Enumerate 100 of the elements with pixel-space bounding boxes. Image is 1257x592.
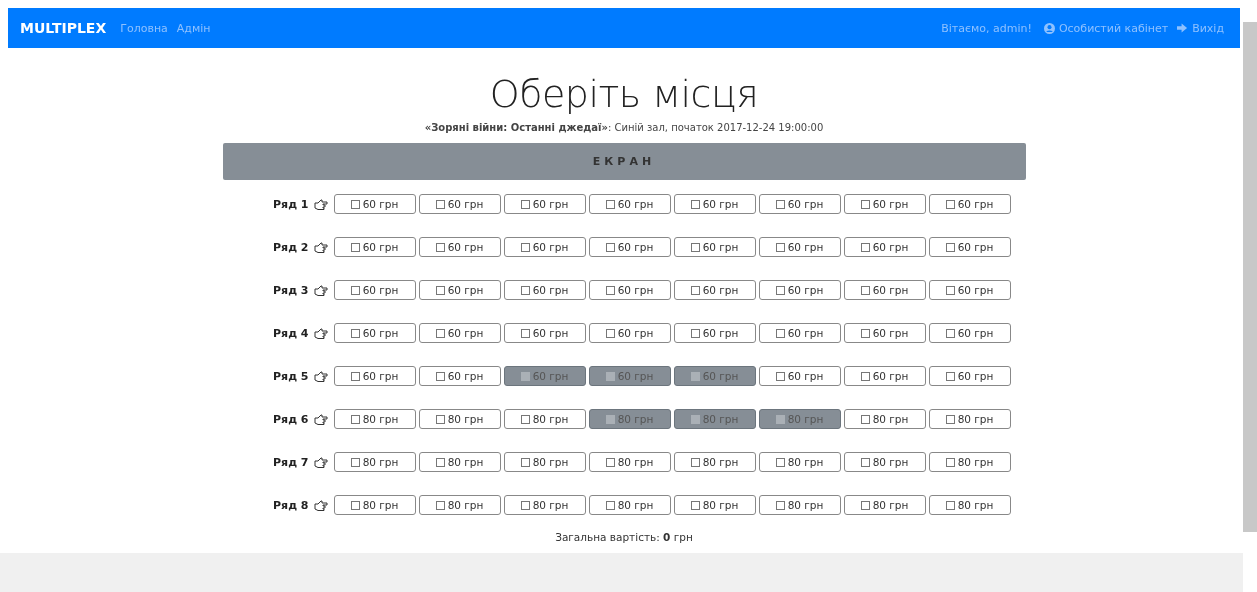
seat-button[interactable]: 60 грн xyxy=(843,280,926,300)
checkbox-icon xyxy=(605,328,615,338)
seat-button[interactable]: 80 грн xyxy=(418,409,501,429)
seat-button[interactable]: 80 грн xyxy=(333,409,416,429)
seat-button[interactable]: 60 грн xyxy=(588,323,671,343)
seat-button[interactable]: 60 грн xyxy=(928,366,1011,386)
seat-button[interactable]: 80 грн xyxy=(928,409,1011,429)
seat-button[interactable]: 60 грн xyxy=(418,237,501,257)
checkbox-icon xyxy=(945,285,955,295)
seat-button[interactable]: 80 грн xyxy=(418,495,501,515)
checkbox-icon xyxy=(860,285,870,295)
seat-button[interactable]: 60 грн xyxy=(418,323,501,343)
checkbox-icon xyxy=(690,285,700,295)
seat-button[interactable]: 60 грн xyxy=(503,194,586,214)
checkbox-icon xyxy=(350,457,360,467)
seat-button[interactable]: 60 грн xyxy=(418,280,501,300)
checkbox-icon xyxy=(350,500,360,510)
checkbox-icon xyxy=(690,371,700,381)
seat-button[interactable]: 60 грн xyxy=(758,237,841,257)
seat-button[interactable]: 60 грн xyxy=(928,323,1011,343)
checkbox-icon xyxy=(520,242,530,252)
seat-button[interactable]: 60 грн xyxy=(758,366,841,386)
checkbox-icon xyxy=(435,457,445,467)
seat-button[interactable]: 80 грн xyxy=(588,495,671,515)
checkbox-icon xyxy=(690,328,700,338)
seat-button[interactable]: 60 грн xyxy=(758,194,841,214)
checkbox-icon xyxy=(945,500,955,510)
seat-button[interactable]: 60 грн xyxy=(843,194,926,214)
user-icon xyxy=(1043,22,1055,34)
checkbox-icon xyxy=(775,500,785,510)
seat-button[interactable]: 60 грн xyxy=(758,280,841,300)
seat-button[interactable]: 80 грн xyxy=(843,495,926,515)
checkbox-icon xyxy=(690,457,700,467)
checkbox-icon xyxy=(860,457,870,467)
page-title: Оберіть місця xyxy=(489,72,759,116)
seat-button[interactable]: 60 грн xyxy=(588,237,671,257)
seat-button[interactable]: 80 грн xyxy=(673,495,756,515)
pointing-hand-icon xyxy=(313,370,328,382)
seat-button[interactable]: 60 грн xyxy=(843,323,926,343)
pointing-hand-icon xyxy=(313,284,328,296)
seat-button[interactable]: 60 грн xyxy=(418,366,501,386)
seat-button[interactable]: 60 грн xyxy=(673,237,756,257)
seat-button[interactable]: 60 грн xyxy=(503,323,586,343)
checkbox-icon xyxy=(435,285,445,295)
seat-button[interactable]: 60 грн xyxy=(673,280,756,300)
checkbox-icon xyxy=(690,199,700,209)
seat-button[interactable]: 80 грн xyxy=(928,495,1011,515)
seat-button[interactable]: 80 грн xyxy=(333,495,416,515)
seat-button[interactable]: 80 грн xyxy=(503,495,586,515)
seat-button[interactable]: 60 грн xyxy=(588,280,671,300)
seat-button[interactable]: 60 грн xyxy=(843,237,926,257)
seat-button[interactable]: 80 грн xyxy=(843,409,926,429)
screen-label: ЕКРАН xyxy=(592,155,656,168)
seat-button[interactable]: 60 грн xyxy=(928,194,1011,214)
checkbox-icon xyxy=(690,242,700,252)
checkbox-icon xyxy=(860,242,870,252)
seat-button[interactable]: 60 грн xyxy=(673,194,756,214)
seat-button[interactable]: 80 грн xyxy=(503,409,586,429)
checkbox-icon xyxy=(435,242,445,252)
seat-button[interactable]: 60 грн xyxy=(588,194,671,214)
seat-button[interactable]: 60 грн xyxy=(503,280,586,300)
seat-button[interactable]: 60 грн xyxy=(333,280,416,300)
row-label: Ряд 6 xyxy=(272,412,309,426)
seat-button[interactable]: 60 грн xyxy=(333,194,416,214)
seat-button[interactable]: 80 грн xyxy=(673,452,756,472)
seat-button[interactable]: 80 грн xyxy=(418,452,501,472)
seat-button[interactable]: 80 грн xyxy=(843,452,926,472)
brand-logo[interactable]: MULTIPLEX xyxy=(20,20,107,36)
seat-button[interactable]: 60 грн xyxy=(928,280,1011,300)
checkbox-icon xyxy=(520,285,530,295)
row-label: Ряд 4 xyxy=(272,326,309,340)
checkbox-icon xyxy=(775,199,785,209)
seat-button[interactable]: 60 грн xyxy=(758,323,841,343)
checkbox-icon xyxy=(350,371,360,381)
seat-button[interactable]: 60 грн xyxy=(928,237,1011,257)
seat-button[interactable]: 60 грн xyxy=(333,323,416,343)
seat-button[interactable]: 80 грн xyxy=(758,452,841,472)
seat-button[interactable]: 60 грн xyxy=(333,366,416,386)
seat-button[interactable]: 60 грн xyxy=(418,194,501,214)
checkbox-icon xyxy=(520,199,530,209)
seat-button[interactable]: 80 грн xyxy=(928,452,1011,472)
checkbox-icon xyxy=(775,371,785,381)
seat-button[interactable]: 60 грн xyxy=(503,237,586,257)
seat-button[interactable]: 60 грн xyxy=(843,366,926,386)
total-cost: Загальна вартість: 0 грн xyxy=(555,531,693,543)
checkbox-icon xyxy=(860,199,870,209)
scrollbar-thumb[interactable] xyxy=(1243,22,1257,532)
seat-button[interactable]: 60 грн xyxy=(673,323,756,343)
checkbox-icon xyxy=(350,285,360,295)
checkbox-icon xyxy=(435,199,445,209)
sign-out-icon xyxy=(1177,23,1189,33)
checkbox-icon xyxy=(605,285,615,295)
checkbox-icon xyxy=(775,457,785,467)
seat-button[interactable]: 80 грн xyxy=(758,495,841,515)
checkbox-icon xyxy=(605,500,615,510)
seat-button[interactable]: 80 грн xyxy=(503,452,586,472)
seat-button[interactable]: 80 грн xyxy=(333,452,416,472)
checkbox-icon xyxy=(435,414,445,424)
seat-button[interactable]: 60 грн xyxy=(333,237,416,257)
seat-button[interactable]: 80 грн xyxy=(588,452,671,472)
